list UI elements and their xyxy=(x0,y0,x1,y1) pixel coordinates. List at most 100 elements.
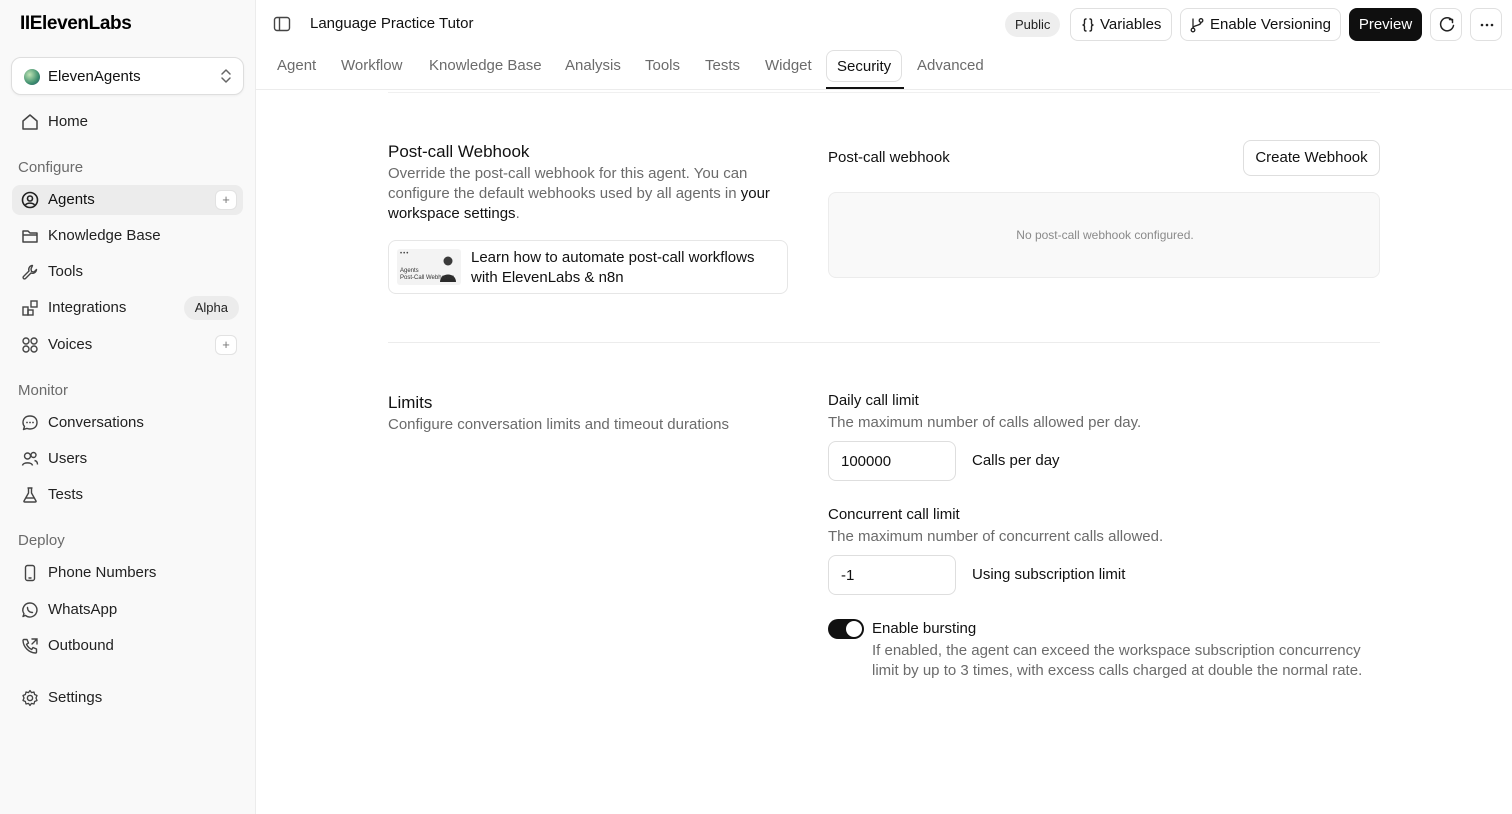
create-webhook-button[interactable]: Create Webhook xyxy=(1243,140,1380,176)
webhook-empty-state: No post-call webhook configured. xyxy=(828,192,1380,278)
tab-knowledge-base[interactable]: Knowledge Base xyxy=(429,50,542,82)
section-label-monitor: Monitor xyxy=(18,382,69,399)
limits-section-title: Limits xyxy=(388,393,433,412)
tab-advanced[interactable]: Advanced xyxy=(917,50,984,82)
section-divider xyxy=(388,92,1380,93)
webhook-section-title: Post-call Webhook xyxy=(388,142,530,161)
sidebar-item-label: Users xyxy=(48,450,88,467)
thumbnail-caption: Agents Post-Call Webhooks xyxy=(400,268,454,282)
sidebar-item-agents[interactable]: Agents + xyxy=(12,185,243,215)
tab-agent[interactable]: Agent xyxy=(277,50,316,82)
sidebar-item-label: Integrations xyxy=(48,299,127,316)
sidebar-item-label: Agents xyxy=(48,191,95,208)
history-button[interactable] xyxy=(1430,8,1462,41)
sidebar-item-users[interactable]: Users xyxy=(12,444,243,474)
sidebar-item-integrations[interactable]: Integrations Alpha xyxy=(12,293,243,323)
ellipsis-icon xyxy=(1480,23,1494,27)
enable-bursting-toggle[interactable] xyxy=(828,619,864,639)
empty-state-text: No post-call webhook configured. xyxy=(1016,228,1194,242)
wrench-icon xyxy=(22,264,38,280)
workspace-name: ElevenAgents xyxy=(48,68,141,85)
workspace-avatar-icon xyxy=(24,69,40,85)
webhook-desc-period: . xyxy=(515,205,520,222)
sidebar-item-voices[interactable]: Voices + xyxy=(12,330,243,360)
sidebar-item-phone-numbers[interactable]: Phone Numbers xyxy=(12,558,243,588)
sidebar-item-whatsapp[interactable]: WhatsApp xyxy=(12,595,243,625)
agent-title: Language Practice Tutor xyxy=(310,15,474,32)
tab-analysis[interactable]: Analysis xyxy=(565,50,621,82)
alpha-badge: Alpha xyxy=(183,296,239,320)
integrations-blocks-icon xyxy=(22,300,38,316)
webhook-desc-text: Override the post-call webhook for this … xyxy=(388,165,748,202)
sidebar-item-label: Home xyxy=(48,113,89,130)
sidebar-item-label: WhatsApp xyxy=(48,601,118,618)
braces-icon xyxy=(1082,18,1094,32)
sidebar-item-label: Voices xyxy=(48,336,93,353)
section-label-configure: Configure xyxy=(18,159,84,176)
sidebar-item-conversations[interactable]: Conversations xyxy=(12,408,243,438)
sidebar: IIElevenLabs ElevenAgents Home Configure… xyxy=(0,0,256,814)
video-thumbnail: ••• Agents Post-Call Webhooks xyxy=(397,249,461,285)
elevenlabs-logo[interactable]: IIElevenLabs xyxy=(20,13,132,35)
thumbnail-dots: ••• xyxy=(400,251,410,257)
folder-icon xyxy=(22,230,38,243)
sidebar-item-label: Tools xyxy=(48,263,84,280)
variables-label: Variables xyxy=(1100,16,1162,33)
thumbnail-line-1: Agents xyxy=(400,268,419,274)
visibility-badge[interactable]: Public xyxy=(1005,12,1061,37)
section-label-deploy: Deploy xyxy=(18,532,65,549)
limits-section-description: Configure conversation limits and timeou… xyxy=(388,416,730,433)
concurrent-call-limit-input[interactable] xyxy=(828,555,956,595)
tab-tests[interactable]: Tests xyxy=(705,50,740,82)
sidebar-item-outbound[interactable]: Outbound xyxy=(12,631,243,661)
post-call-webhook-label: Post-call webhook xyxy=(828,149,950,166)
user-circle-icon xyxy=(21,191,39,209)
concurrent-call-limit-help: The maximum number of concurrent calls a… xyxy=(828,528,1164,545)
workspace-selector[interactable]: ElevenAgents xyxy=(11,57,244,95)
flask-icon xyxy=(23,487,37,503)
enable-bursting-help: If enabled, the agent can exceed the wor… xyxy=(872,642,1363,679)
sidebar-toggle-icon[interactable] xyxy=(272,14,292,34)
sidebar-item-settings[interactable]: Settings xyxy=(12,683,243,713)
tab-widget[interactable]: Widget xyxy=(765,50,812,82)
add-agent-button[interactable]: + xyxy=(215,190,237,210)
more-options-button[interactable] xyxy=(1470,8,1502,41)
tab-workflow[interactable]: Workflow xyxy=(341,50,402,82)
active-tab-indicator xyxy=(826,87,904,89)
enable-bursting-label: Enable bursting xyxy=(872,620,977,637)
smartphone-icon xyxy=(24,564,36,582)
enable-versioning-label: Enable Versioning xyxy=(1210,16,1331,33)
chevron-up-down-icon xyxy=(221,69,231,83)
daily-call-limit-label: Daily call limit xyxy=(828,392,919,409)
tab-security[interactable]: Security xyxy=(826,50,903,82)
variables-button[interactable]: Variables xyxy=(1070,8,1172,41)
whatsapp-icon xyxy=(22,602,38,618)
preview-button[interactable]: Preview xyxy=(1349,8,1422,41)
sidebar-item-label: Phone Numbers xyxy=(48,564,157,581)
sidebar-item-home[interactable]: Home xyxy=(12,107,243,137)
sidebar-item-label: Outbound xyxy=(48,637,114,654)
sidebar-item-tools[interactable]: Tools xyxy=(12,257,243,287)
add-voice-button[interactable]: + xyxy=(215,335,237,355)
concurrent-call-limit-suffix: Using subscription limit xyxy=(972,566,1126,583)
chat-bubble-icon xyxy=(22,415,38,431)
learn-video-card[interactable]: ••• Agents Post-Call Webhooks Learn how t… xyxy=(388,240,788,294)
git-branch-icon xyxy=(1190,18,1204,33)
sidebar-item-knowledge-base[interactable]: Knowledge Base xyxy=(12,221,243,251)
users-icon xyxy=(21,451,39,466)
sidebar-item-tests[interactable]: Tests xyxy=(12,480,243,510)
section-divider xyxy=(388,342,1380,343)
refresh-chat-icon xyxy=(1439,17,1455,32)
sidebar-item-label: Conversations xyxy=(48,414,144,431)
webhook-section-description: Override the post-call webhook for this … xyxy=(388,164,788,224)
daily-call-limit-input[interactable] xyxy=(828,441,956,481)
learn-card-text: Learn how to automate post-call workflow… xyxy=(471,249,755,286)
daily-call-limit-suffix: Calls per day xyxy=(972,452,1060,469)
thumbnail-line-2: Post-Call Webhooks xyxy=(400,275,455,281)
enable-versioning-button[interactable]: Enable Versioning xyxy=(1180,8,1341,41)
tab-tools[interactable]: Tools xyxy=(645,50,680,82)
toggle-knob xyxy=(846,621,862,637)
sidebar-item-label: Settings xyxy=(48,689,103,706)
home-icon xyxy=(22,114,38,130)
agent-tabs: Agent Workflow Knowledge Base Analysis T… xyxy=(256,50,1512,90)
